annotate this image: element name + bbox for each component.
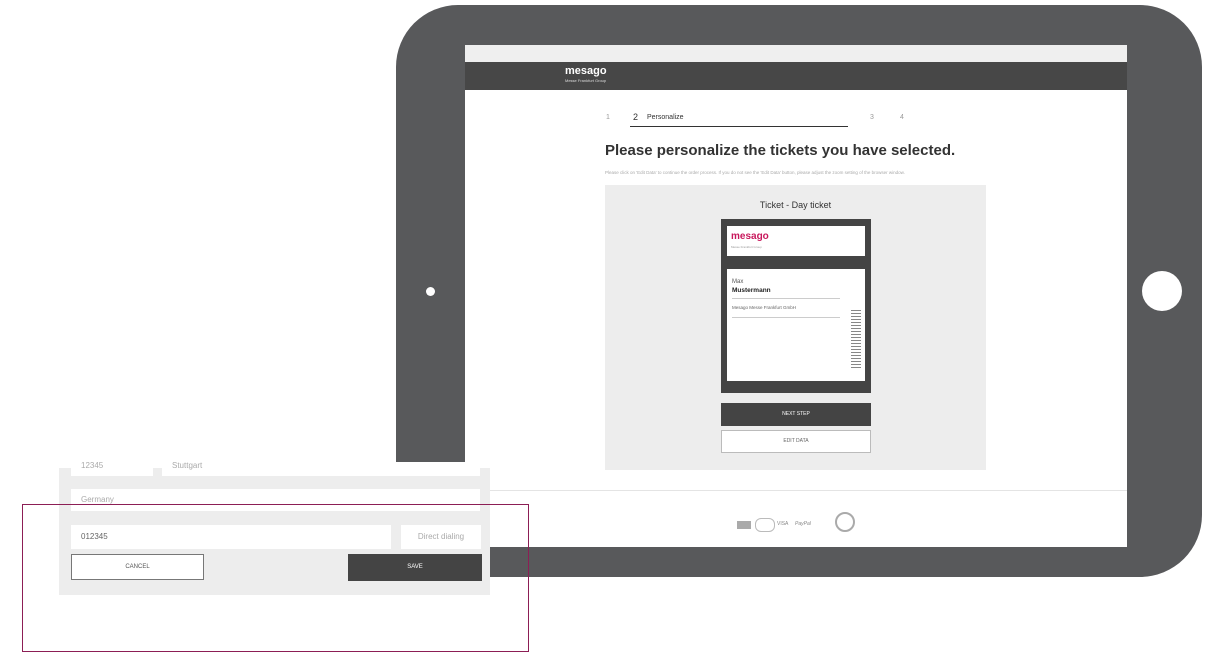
step-1: 1 [606,114,610,121]
ticket-body: Max Mustermann Mesago Messe Frankfurt Gm… [727,269,865,381]
ticket-last-name: Mustermann [732,287,771,294]
city-field[interactable]: Stuttgart [162,462,480,476]
paypal-icon: PayPal [795,521,811,527]
ticket-divider [732,298,840,299]
zip-field[interactable]: 12345 [71,462,153,476]
ticket-header: mesago Messe Frankfurt Group [727,226,865,256]
tablet-home-button [1142,271,1182,311]
mastercard-icon [755,518,775,532]
barcode-icon [851,310,861,368]
security-seal-icon [835,512,855,532]
step-2-number: 2 [633,112,639,122]
next-step-button[interactable]: NEXT STEP [721,403,871,426]
ticket-title: Ticket - Day ticket [759,200,832,210]
brand-logo-subtitle: Messe Frankfurt Group [565,78,607,83]
browser-top-strip [465,45,1127,62]
active-step-underline [630,126,848,127]
ticket-panel: Ticket - Day ticket mesago Messe Frankfu… [605,185,986,470]
ticket-divider [732,317,840,318]
step-3: 3 [870,114,874,121]
ticket-preview: mesago Messe Frankfurt Group Max Musterm… [721,219,871,393]
brand-logo[interactable]: mesago [565,65,607,77]
ticket-company: Mesago Messe Frankfurt GmbH [732,305,797,310]
ticket-logo: mesago [731,231,769,242]
highlight-frame [22,504,529,652]
ticket-first-name: Max [732,279,744,285]
tablet-screen: mesago Messe Frankfurt Group 1 2 Persona… [465,45,1127,547]
edit-data-button[interactable]: EDIT DATA [721,430,871,453]
step-2-label: Personalize [647,114,684,121]
page-title: Please personalize the tickets you have … [605,142,956,159]
footer-divider [465,490,1127,491]
visa-icon: VISA [777,521,789,527]
zoom-hint-note: Please click on 'Edit Data' to continue … [605,170,905,175]
tablet-camera [426,287,435,296]
ticket-logo-subtitle: Messe Frankfurt Group [731,245,762,249]
step-4: 4 [900,114,904,121]
amex-icon [737,521,751,529]
payment-methods: VISA PayPal [727,512,857,535]
